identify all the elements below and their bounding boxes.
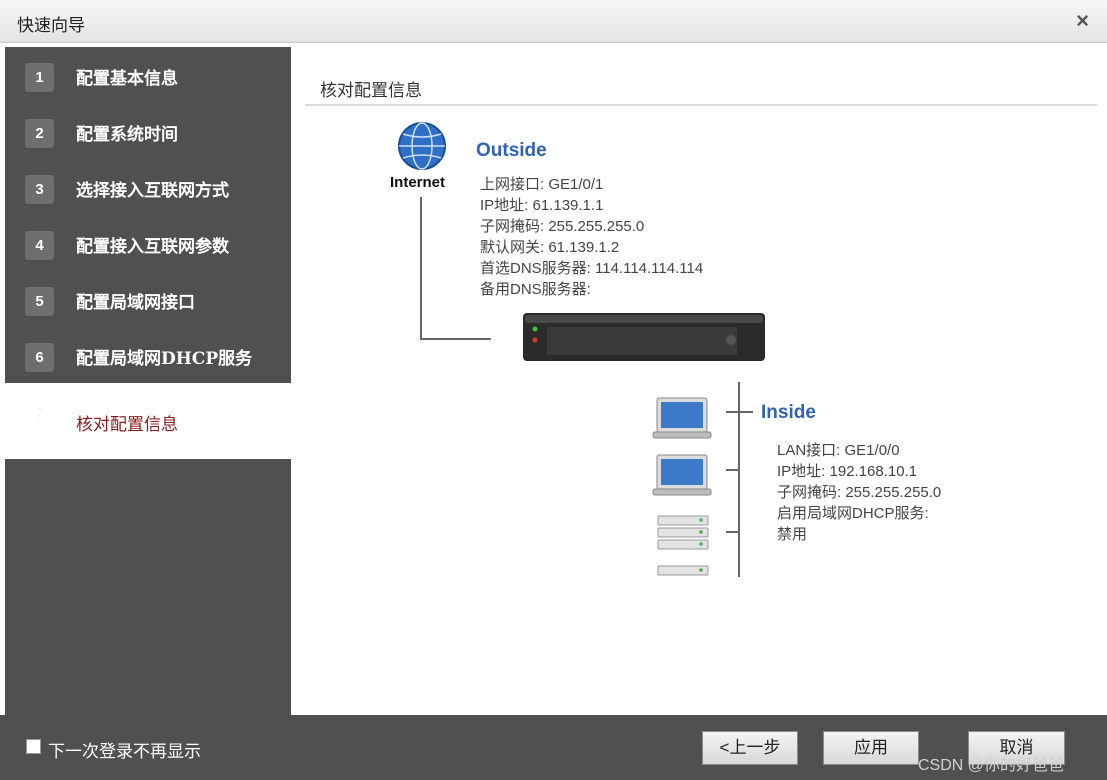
server-icon: [657, 515, 709, 576]
laptop-icon: [652, 454, 712, 496]
step-label: 配置局域网DHCP服务: [76, 349, 253, 369]
info-line: IP地址: 61.139.1.1: [480, 197, 604, 214]
laptop-icon: [652, 397, 712, 439]
info-line: 默认网关: 61.139.1.2: [480, 239, 620, 256]
close-icon[interactable]: ×: [1076, 8, 1089, 34]
info-line: LAN接口: GE1/0/0: [777, 442, 900, 459]
info-line: 禁用: [777, 526, 808, 543]
prev-button[interactable]: <上一步: [702, 731, 798, 765]
info-line: 子网掩码: 255.255.255.0: [480, 218, 645, 235]
main-panel: 核对配置信息 Internet Outside 上网接口: GE1/0/1 IP…: [291, 47, 1107, 715]
dont-show-again-checkbox[interactable]: [26, 739, 41, 754]
info-line: 备用DNS服务器:: [480, 281, 591, 298]
step-5-lan-interface[interactable]: 5 配置局域网接口: [5, 271, 291, 327]
window-title: 快速向导: [17, 16, 85, 35]
step-label: 配置局域网接口: [76, 293, 195, 313]
step-label: 核对配置信息: [76, 415, 178, 435]
step-2-system-time[interactable]: 2 配置系统时间: [5, 103, 291, 159]
step-number: 6: [25, 343, 54, 372]
step-number: 1: [25, 63, 54, 92]
info-line: 子网掩码: 255.255.255.0: [777, 484, 942, 501]
step-6-lan-dhcp[interactable]: 6 配置局域网DHCP服务: [5, 327, 291, 383]
firewall-device-icon: [523, 313, 765, 361]
step-number: 7: [35, 405, 44, 422]
step-label: 配置系统时间: [76, 125, 178, 145]
outside-heading: Outside: [476, 140, 547, 161]
info-line: 首选DNS服务器: 114.114.114.114: [480, 260, 704, 277]
topology-diagram: [398, 122, 765, 577]
step-number: 2: [25, 119, 54, 148]
outside-info: 上网接口: GE1/0/1 IP地址: 61.139.1.1 子网掩码: 255…: [480, 174, 703, 300]
step-3-internet-mode[interactable]: 3 选择接入互联网方式: [5, 159, 291, 215]
info-line: 启用局域网DHCP服务:: [777, 505, 929, 522]
watermark: CSDN @你的好爸爸: [918, 757, 1065, 774]
apply-button[interactable]: 应用: [823, 731, 919, 765]
internet-label: Internet: [390, 174, 446, 191]
title-bar: 快速向导 ×: [0, 0, 1107, 43]
step-number: 5: [25, 287, 54, 316]
step-1-basic-info[interactable]: 1 配置基本信息: [5, 47, 291, 103]
inside-info: LAN接口: GE1/0/0 IP地址: 192.168.10.1 子网掩码: …: [777, 440, 941, 545]
info-line: 上网接口: GE1/0/1: [480, 176, 604, 193]
globe-icon: [398, 122, 446, 170]
step-number: 4: [25, 231, 54, 260]
footer-bar: 下一次登录不再显示 <上一步 应用 取消 CSDN @你的好爸爸: [0, 715, 1107, 780]
step-7-review-config[interactable]: 7 核对配置信息: [5, 383, 291, 459]
step-label: 选择接入互联网方式: [76, 181, 229, 201]
dont-show-again-label[interactable]: 下一次登录不再显示: [48, 737, 201, 762]
step-number: 3: [25, 175, 54, 204]
inside-heading: Inside: [761, 402, 816, 423]
step-4-internet-params[interactable]: 4 配置接入互联网参数: [5, 215, 291, 271]
step-label: 配置接入互联网参数: [76, 237, 229, 257]
wizard-steps-sidebar: 1 配置基本信息 2 配置系统时间 3 选择接入互联网方式 4 配置接入互联网参…: [5, 47, 291, 715]
step-label: 配置基本信息: [76, 69, 178, 89]
info-line: IP地址: 192.168.10.1: [777, 463, 918, 480]
